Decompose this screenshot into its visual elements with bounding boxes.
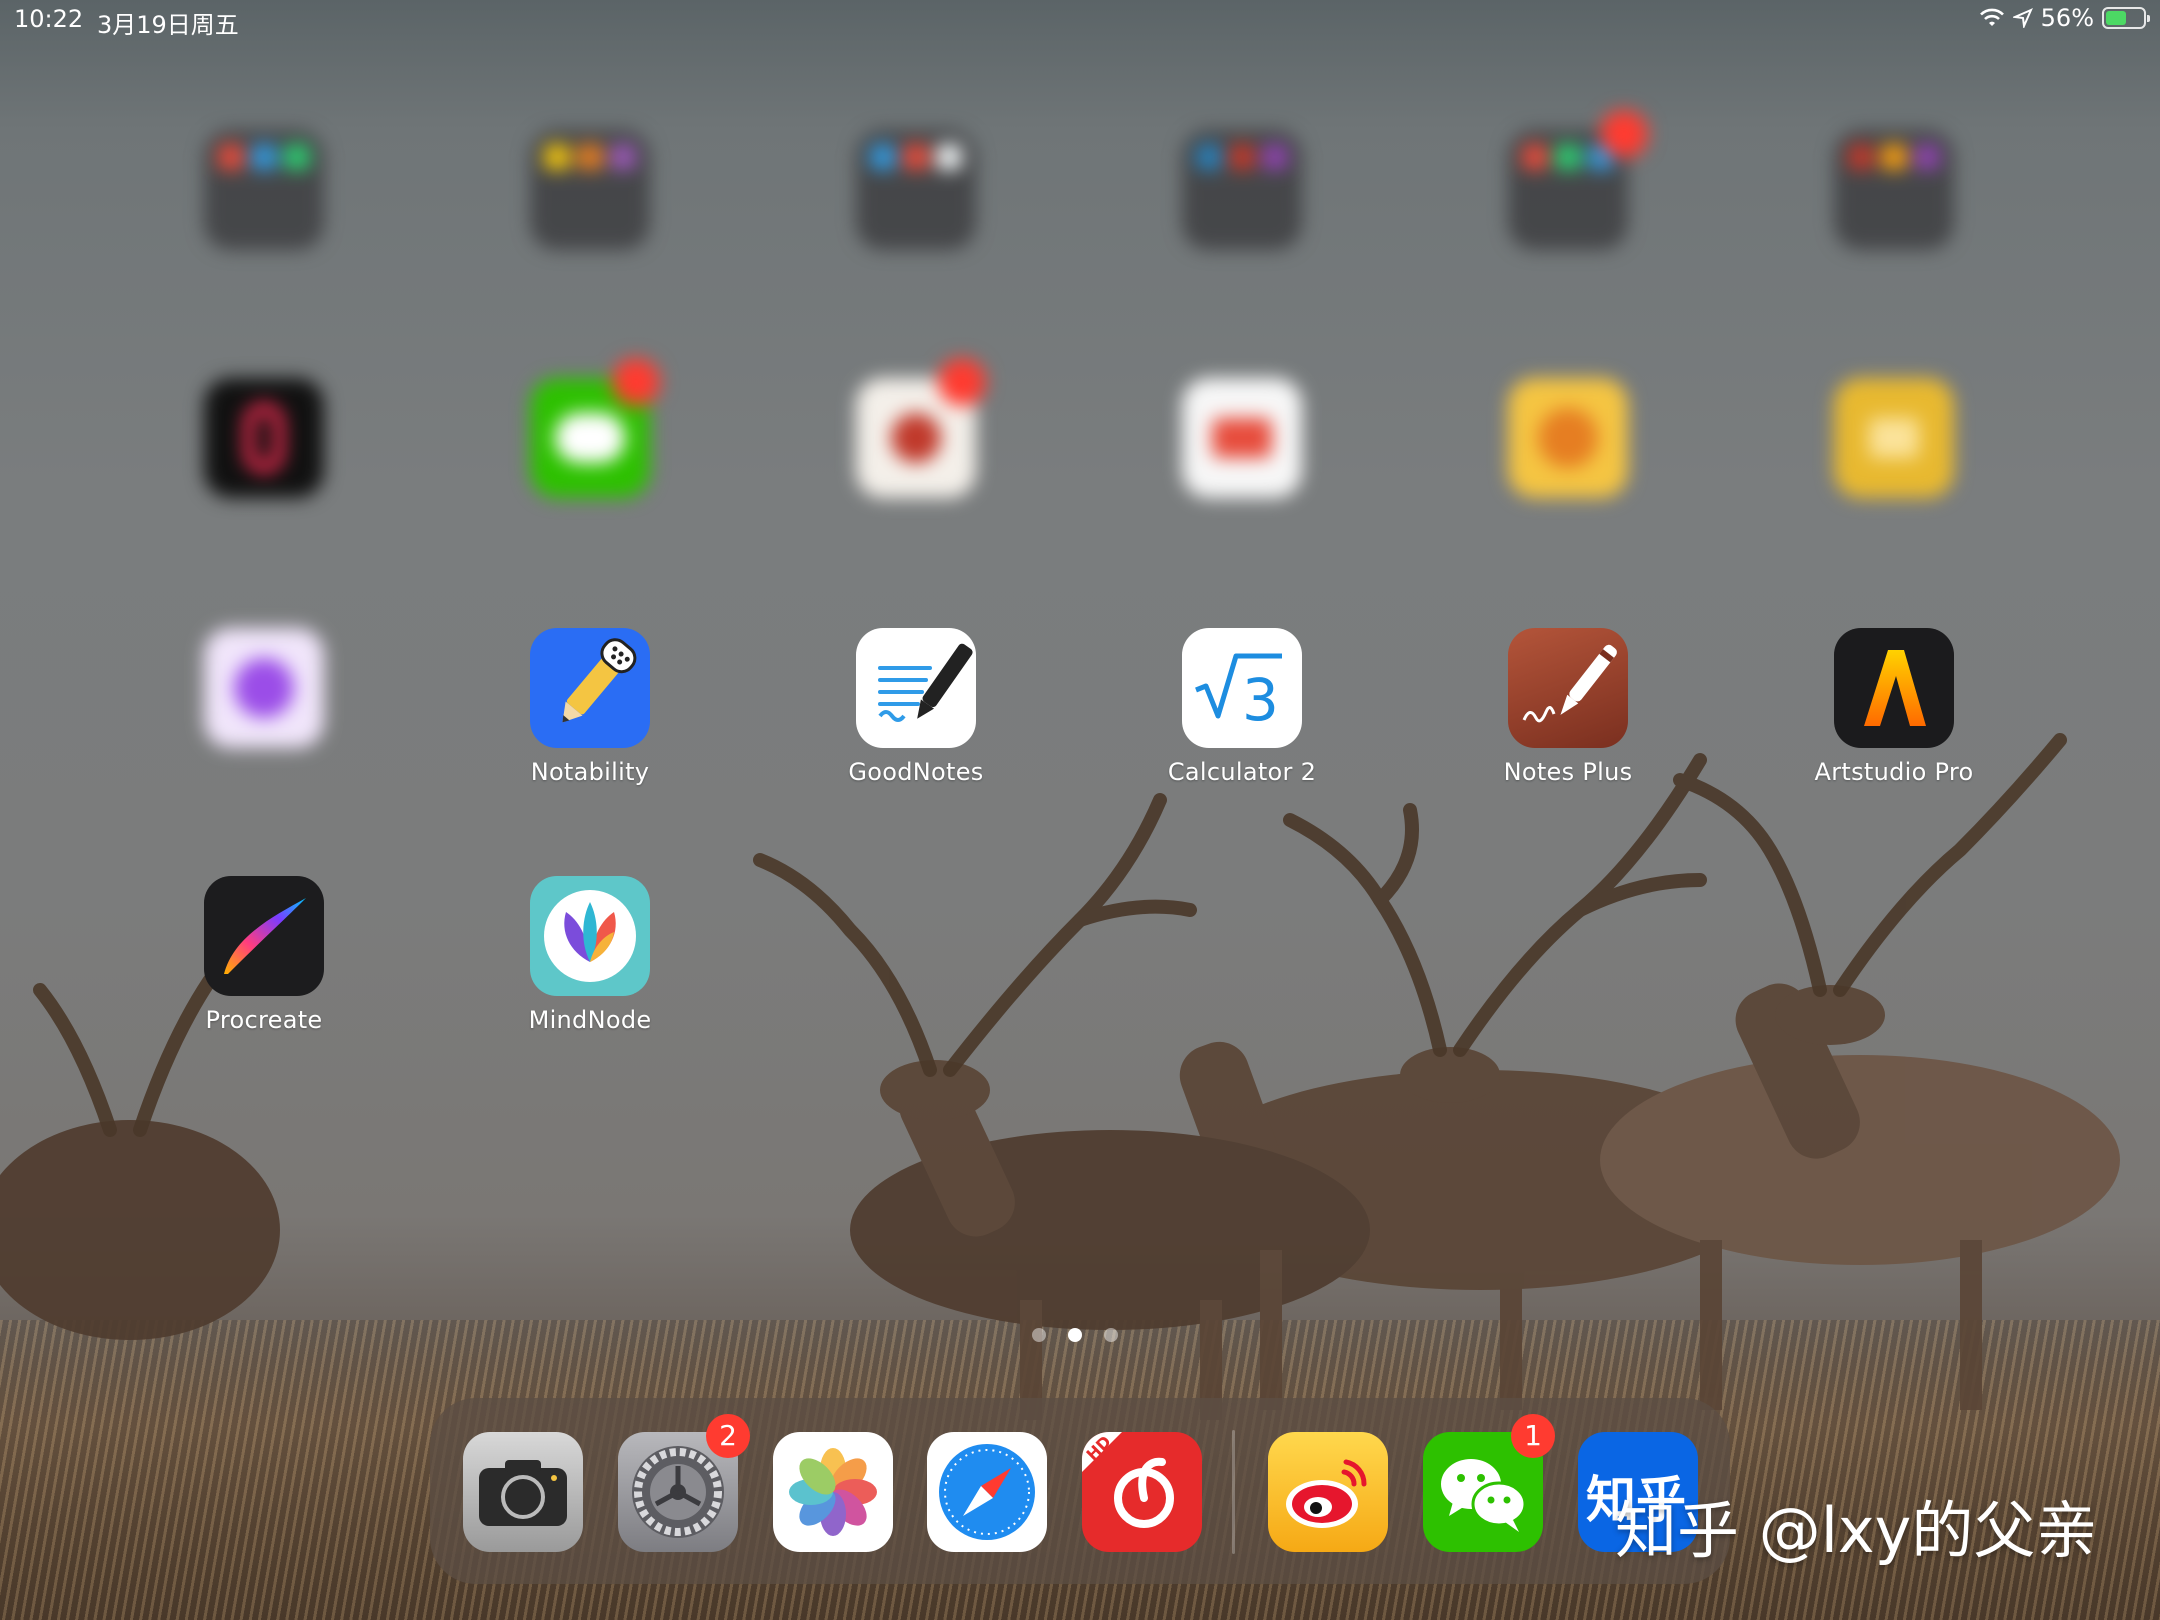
blurred-folder-5[interactable] xyxy=(1468,110,1668,288)
battery-charging-icon xyxy=(2102,7,2150,29)
app-procreate[interactable]: Procreate xyxy=(164,876,364,1034)
battery-percent: 56% xyxy=(2040,4,2094,32)
notification-badge xyxy=(1600,110,1648,158)
yellow-app-icon xyxy=(1508,378,1628,498)
blurred-folder-4[interactable] xyxy=(1142,130,1342,288)
status-time: 10:22 xyxy=(14,5,84,33)
page-dot-3[interactable] xyxy=(1104,1328,1118,1342)
dock-app-weibo[interactable] xyxy=(1268,1432,1388,1552)
app-label: GoodNotes xyxy=(848,758,984,786)
blurred-app-5[interactable] xyxy=(1468,378,1668,536)
blurred-app-tiktok[interactable] xyxy=(164,378,364,536)
folder-icon xyxy=(1182,130,1302,250)
procreate-icon xyxy=(204,876,324,996)
notification-badge xyxy=(612,358,660,406)
dock-app-camera[interactable] xyxy=(463,1432,583,1552)
dock-separator xyxy=(1232,1430,1235,1554)
safari-icon xyxy=(927,1432,1047,1552)
weibo-icon xyxy=(1268,1432,1388,1552)
yellow-app-icon xyxy=(1834,378,1954,498)
settings-badge: 2 xyxy=(706,1414,750,1458)
app-calculator-2[interactable]: 3 Calculator 2 xyxy=(1142,628,1342,786)
purple-app-icon xyxy=(204,628,324,748)
zhihu-watermark: 知乎 @lxy的父亲 xyxy=(1615,1494,2098,1567)
app-label: Calculator 2 xyxy=(1167,758,1317,786)
blurred-app-messages[interactable] xyxy=(490,358,690,536)
calculator2-icon: 3 xyxy=(1182,628,1302,748)
app-label: MindNode xyxy=(528,1006,652,1034)
dock-app-netease-music[interactable]: HD xyxy=(1082,1432,1202,1552)
photos-icon xyxy=(773,1432,893,1552)
notes-plus-icon xyxy=(1508,628,1628,748)
goodnotes-icon xyxy=(856,628,976,748)
app-label: Procreate xyxy=(205,1006,323,1034)
red-logo-icon xyxy=(1182,378,1302,498)
mindnode-icon xyxy=(530,876,650,996)
notability-icon xyxy=(530,628,650,748)
app-goodnotes[interactable]: GoodNotes xyxy=(816,628,1016,786)
camera-icon xyxy=(463,1432,583,1552)
status-indicators: 56% xyxy=(1979,4,2150,32)
app-label: Notes Plus xyxy=(1503,758,1633,786)
wifi-icon xyxy=(1979,8,2004,26)
page-dot-1[interactable] xyxy=(1032,1328,1046,1342)
battery-fill xyxy=(2106,11,2126,25)
wechat-badge: 1 xyxy=(1511,1414,1555,1458)
svg-text:3: 3 xyxy=(1242,666,1279,734)
tiktok-icon xyxy=(204,378,324,498)
status-bar: 10:22 3月19日周五 56% xyxy=(0,0,2160,40)
blurred-folder-3[interactable] xyxy=(816,130,1016,288)
blurred-folder-2[interactable] xyxy=(490,130,690,288)
blurred-app-purple[interactable] xyxy=(164,628,364,786)
status-date: 3月19日周五 xyxy=(97,11,239,39)
dock-app-wechat[interactable]: 1 xyxy=(1423,1414,1555,1552)
dock: 2 HD 1 知乎 xyxy=(430,1398,1730,1584)
app-mindnode[interactable]: MindNode xyxy=(490,876,690,1034)
page-dot-2[interactable] xyxy=(1068,1328,1082,1342)
dock-app-safari[interactable] xyxy=(927,1432,1047,1552)
location-arrow-icon xyxy=(2012,8,2033,28)
folder-icon xyxy=(856,130,976,250)
folder-icon xyxy=(530,130,650,250)
app-notability[interactable]: Notability xyxy=(490,628,690,786)
dock-app-settings[interactable]: 2 xyxy=(618,1414,750,1552)
app-notes-plus[interactable]: Notes Plus xyxy=(1468,628,1668,786)
app-label: Artstudio Pro xyxy=(1814,758,1974,786)
artstudio-pro-icon xyxy=(1834,628,1954,748)
dock-app-photos[interactable] xyxy=(773,1432,893,1552)
blurred-app-3[interactable] xyxy=(816,358,1016,536)
blurred-app-4[interactable] xyxy=(1142,378,1342,536)
blurred-folder-1[interactable] xyxy=(164,130,364,288)
app-label: Notability xyxy=(530,758,650,786)
folder-icon xyxy=(204,130,324,250)
blurred-app-6[interactable] xyxy=(1794,378,1994,536)
page-indicator[interactable] xyxy=(1032,1328,1118,1342)
blurred-folder-6[interactable] xyxy=(1794,130,1994,288)
notification-badge xyxy=(938,358,986,406)
netease-music-hd-icon: HD xyxy=(1082,1432,1202,1552)
app-artstudio-pro[interactable]: Artstudio Pro xyxy=(1794,628,1994,786)
folder-icon xyxy=(1834,130,1954,250)
